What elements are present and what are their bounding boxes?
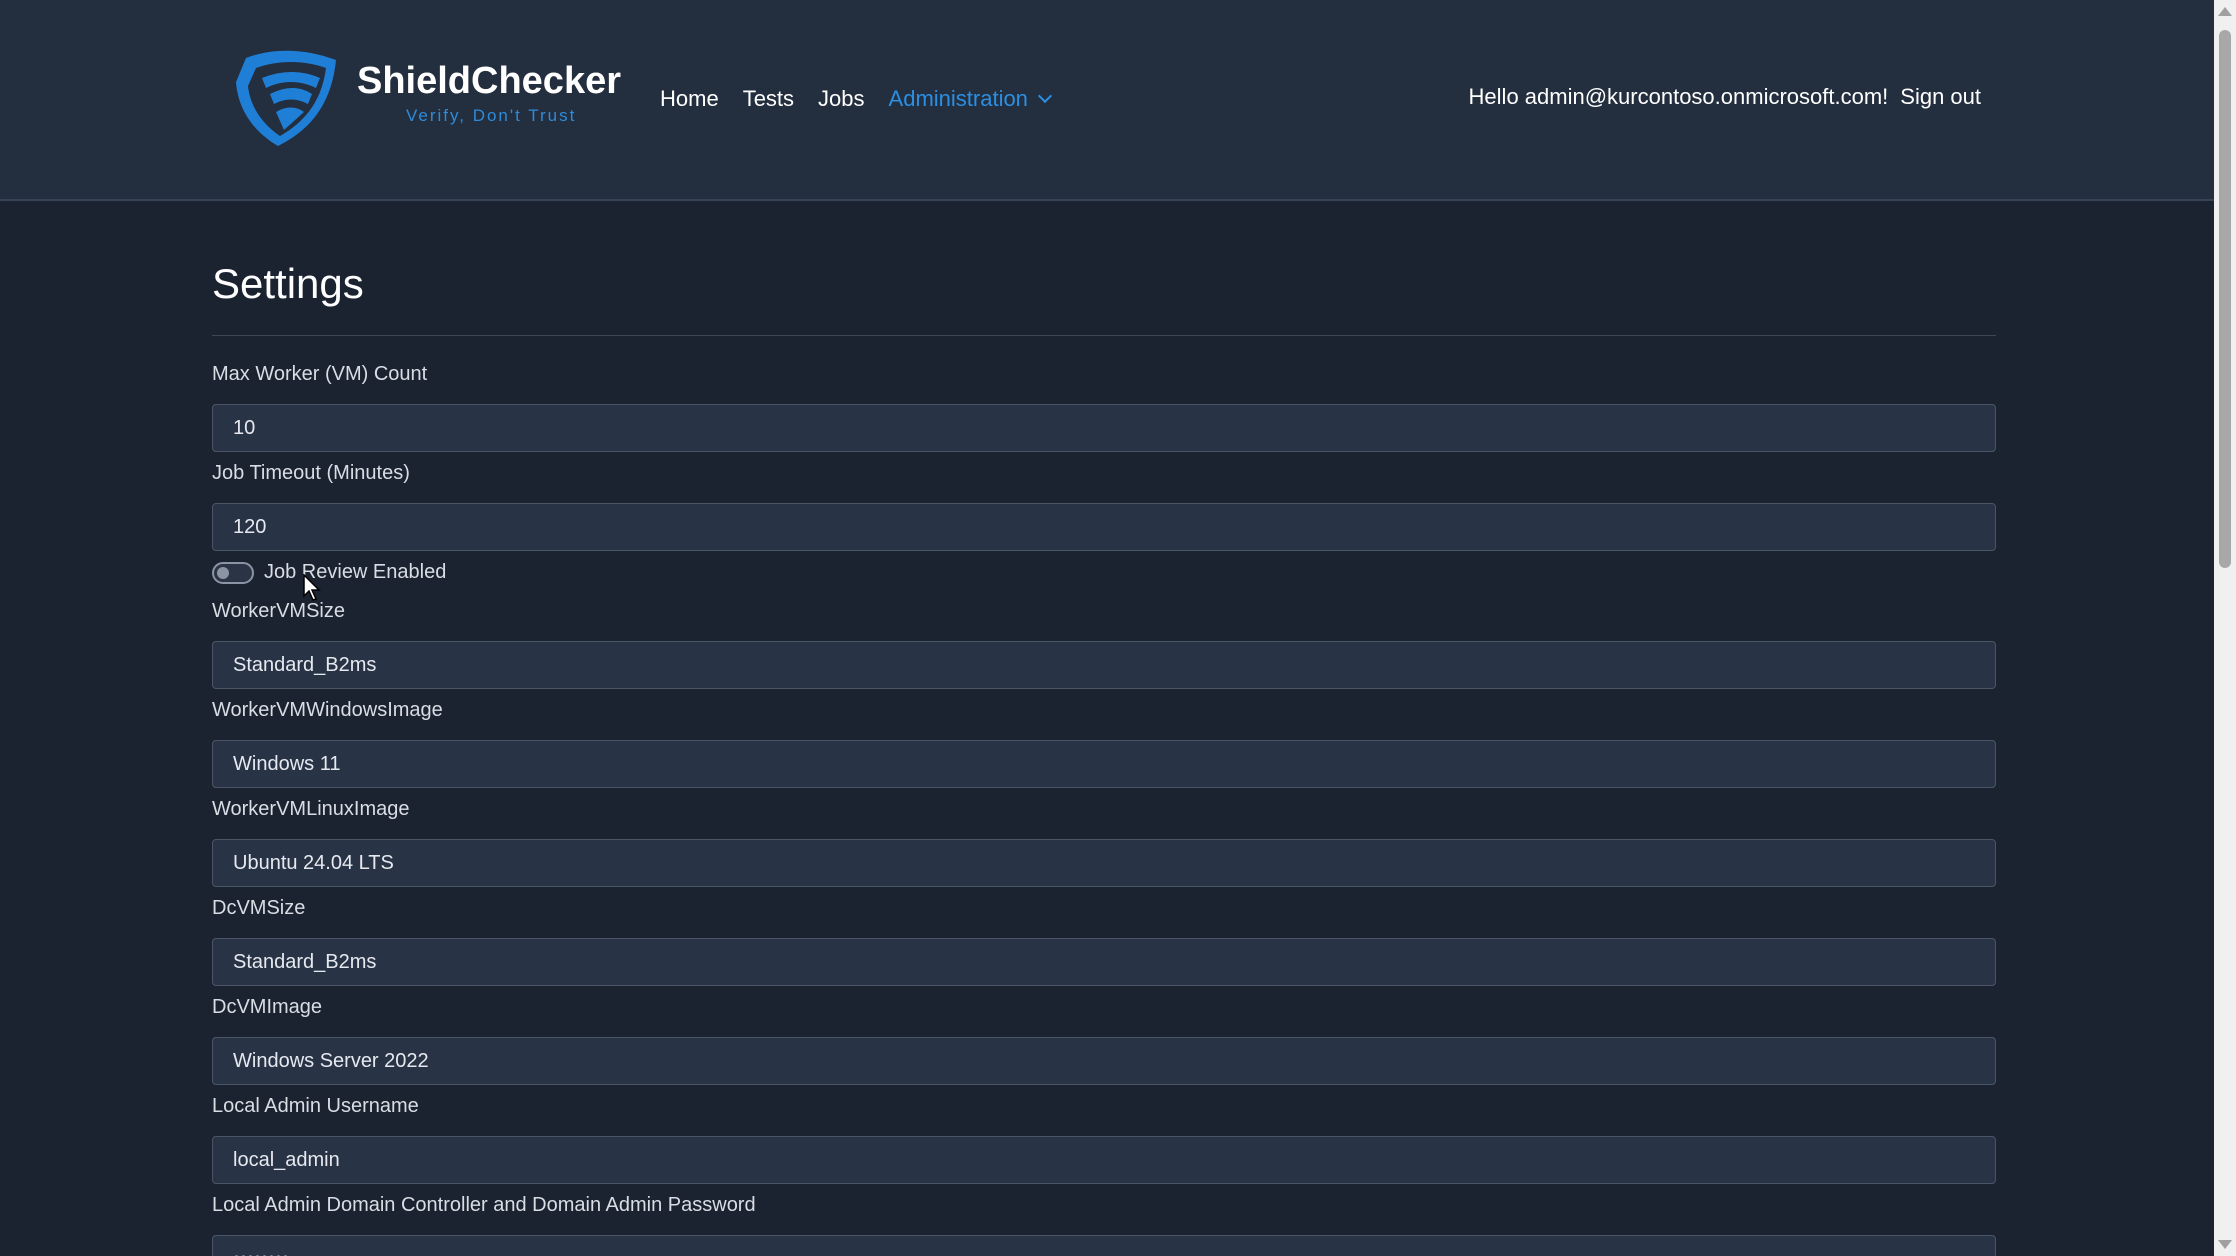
user-greeting: Hello admin@kurcontoso.onmicrosoft.com! (1468, 84, 1889, 109)
job-timeout-input[interactable] (212, 503, 1996, 551)
nav-home[interactable]: Home (660, 86, 719, 112)
dc-vm-image-input[interactable] (212, 1037, 1996, 1085)
shield-logo-icon (236, 50, 336, 146)
worker-vm-windows-image-label: WorkerVMWindowsImage (212, 699, 443, 721)
brand-link[interactable]: ShieldChecker Verify, Don't Trust (232, 50, 621, 150)
chevron-down-icon (1037, 88, 1052, 104)
dc-vm-size-input[interactable] (212, 938, 1996, 986)
nav-administration-dropdown[interactable]: Administration (888, 86, 1052, 112)
job-timeout-label: Job Timeout (Minutes) (212, 462, 410, 484)
local-admin-password-input[interactable] (212, 1235, 1996, 1256)
dc-vm-size-label: DcVMSize (212, 897, 306, 919)
toggle-knob (217, 566, 229, 579)
brand-name: ShieldChecker (357, 60, 621, 102)
nav-jobs[interactable]: Jobs (818, 86, 864, 112)
title-divider (212, 335, 1996, 336)
app-viewport: ShieldChecker Verify, Don't Trust Home T… (0, 0, 2214, 1256)
job-review-label[interactable]: Job Review Enabled (264, 561, 446, 584)
local-admin-username-input[interactable] (212, 1136, 1996, 1184)
vertical-scrollbar[interactable] (2214, 0, 2236, 1256)
job-review-toggle-row: Job Review Enabled (212, 561, 446, 584)
sign-out-link[interactable]: Sign out (1900, 84, 1981, 110)
dc-vm-image-label: DcVMImage (212, 996, 323, 1018)
page-title: Settings (212, 260, 364, 307)
worker-vm-linux-image-label: WorkerVMLinuxImage (212, 798, 410, 820)
top-navbar: ShieldChecker Verify, Don't Trust Home T… (0, 0, 2214, 201)
local-admin-password-label: Local Admin Domain Controller and Domain… (212, 1194, 756, 1216)
worker-vm-size-input[interactable] (212, 641, 1996, 689)
nav-administration-label: Administration (888, 86, 1028, 111)
worker-vm-linux-image-input[interactable] (212, 839, 1996, 887)
scrollbar-thumb[interactable] (2219, 30, 2231, 568)
worker-vm-size-label: WorkerVMSize (212, 600, 345, 622)
mouse-pointer-icon (303, 574, 321, 601)
user-area: Hello admin@kurcontoso.onmicrosoft.com! … (1469, 84, 1981, 110)
worker-vm-windows-image-input[interactable] (212, 740, 1996, 788)
nav-tests[interactable]: Tests (743, 86, 794, 112)
max-worker-input[interactable] (212, 404, 1996, 452)
job-review-toggle[interactable] (212, 561, 254, 584)
scroll-down-arrow-icon[interactable] (2218, 1240, 2232, 1249)
main-nav: Home Tests Jobs Administration (660, 84, 1074, 114)
local-admin-username-label: Local Admin Username (212, 1095, 419, 1117)
brand-tagline: Verify, Don't Trust (406, 106, 577, 125)
scroll-up-arrow-icon[interactable] (2218, 7, 2232, 16)
max-worker-label: Max Worker (VM) Count (212, 363, 428, 385)
